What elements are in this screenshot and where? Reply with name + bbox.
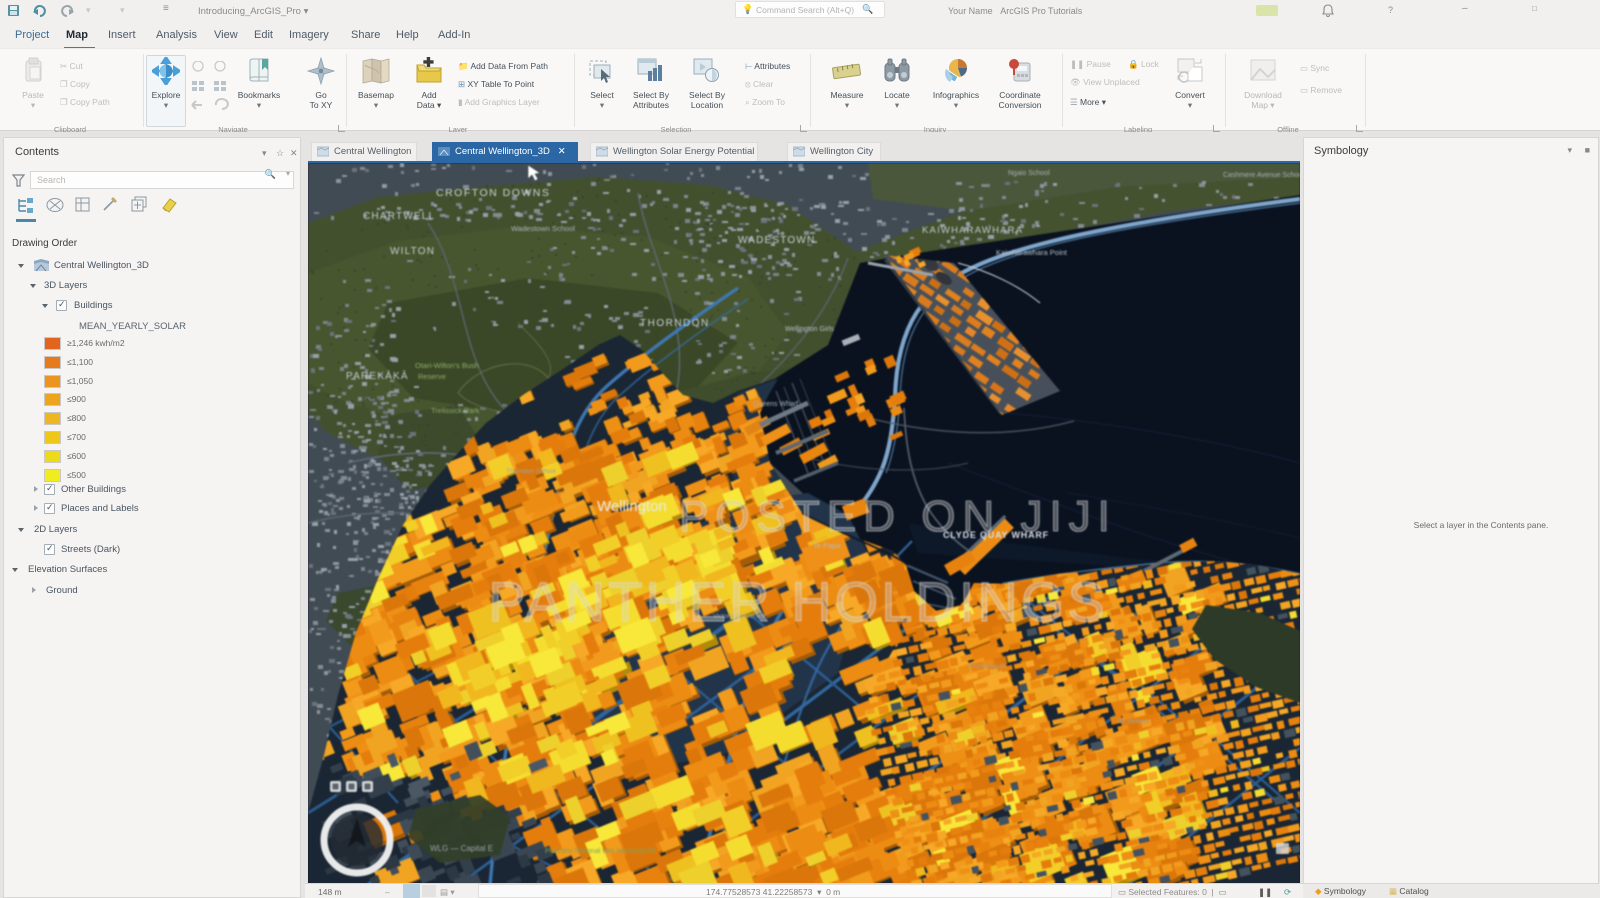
svg-text:CHARTWELL: CHARTWELL bbox=[363, 211, 435, 222]
svg-text:Reserve: Reserve bbox=[418, 372, 446, 381]
svg-text:Wadestown School: Wadestown School bbox=[511, 224, 575, 233]
svg-text:Courtenay Pl: Courtenay Pl bbox=[968, 663, 1006, 670]
svg-text:WILTON: WILTON bbox=[390, 246, 435, 257]
svg-text:Wellington Girls: Wellington Girls bbox=[785, 326, 834, 333]
svg-text:Pukeahu National War Memorial: Pukeahu National War Memorial Pk bbox=[545, 848, 656, 855]
svg-text:CROFTON DOWNS: CROFTON DOWNS bbox=[436, 187, 550, 199]
svg-text:Trelissick Park: Trelissick Park bbox=[431, 406, 480, 415]
svg-text:PANTHER HOLDINGS: PANTHER HOLDINGS bbox=[488, 570, 1107, 633]
svg-text:Otari-Wilton's Bush: Otari-Wilton's Bush bbox=[415, 361, 479, 370]
svg-text:Thorndon School: Thorndon School bbox=[506, 468, 556, 475]
svg-text:WADESTOWN: WADESTOWN bbox=[738, 235, 815, 246]
svg-text:Cashmere Avenue School: Cashmere Avenue School bbox=[1223, 172, 1300, 179]
svg-text:Ngaio School: Ngaio School bbox=[1008, 170, 1050, 177]
svg-text:Wellington: Wellington bbox=[597, 498, 667, 515]
svg-text:KAIWHARAWHARA: KAIWHARAWHARA bbox=[922, 225, 1023, 236]
svg-text:Te Papa: Te Papa bbox=[813, 541, 841, 550]
svg-text:Mt Victoria: Mt Victoria bbox=[1118, 718, 1149, 725]
svg-text:THORNDON: THORNDON bbox=[640, 318, 710, 329]
svg-text:POSTED ON JIJI: POSTED ON JIJI bbox=[679, 492, 1117, 541]
svg-text:PAREKĀKĀ: PAREKĀKĀ bbox=[346, 370, 409, 382]
svg-text:Queens Wharf: Queens Wharf bbox=[753, 401, 798, 408]
svg-text:WLG — Capital E: WLG — Capital E bbox=[430, 844, 493, 853]
svg-text:Kaiwharawhara Point: Kaiwharawhara Point bbox=[996, 248, 1068, 257]
